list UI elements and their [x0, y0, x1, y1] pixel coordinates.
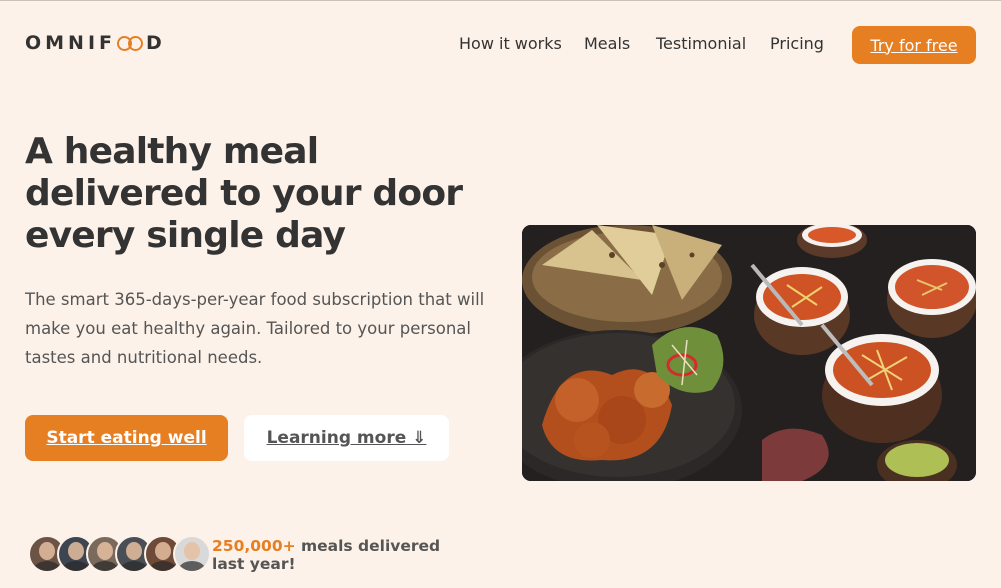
- try-for-free-button[interactable]: Try for free: [852, 26, 976, 64]
- nav-link-testimonial[interactable]: Testimonial: [656, 34, 746, 53]
- customer-avatar: [173, 535, 211, 573]
- indian-food-illustration: [522, 225, 976, 481]
- meals-delivered-count: 250,000+: [212, 537, 296, 555]
- nav-link-meals[interactable]: Meals: [584, 34, 630, 53]
- nav-link-how-it-works[interactable]: How it works: [459, 34, 562, 53]
- hero-food-image: [522, 225, 976, 481]
- hero-title: A healthy meal delivered to your door ev…: [25, 131, 463, 256]
- hero-description: The smart 365-days-per-year food subscri…: [25, 290, 485, 367]
- main-nav: How it works Meals Testimonial Pricing: [0, 34, 1001, 56]
- learning-more-button[interactable]: Learning more ⇓: [244, 415, 449, 461]
- nav-link-pricing[interactable]: Pricing: [770, 34, 824, 53]
- site-header: OMNIF D How it works Meals Testimonial P…: [0, 1, 1001, 87]
- start-eating-well-button[interactable]: Start eating well: [25, 415, 228, 461]
- meals-delivered-text: 250,000+ meals delivered last year!: [212, 537, 472, 573]
